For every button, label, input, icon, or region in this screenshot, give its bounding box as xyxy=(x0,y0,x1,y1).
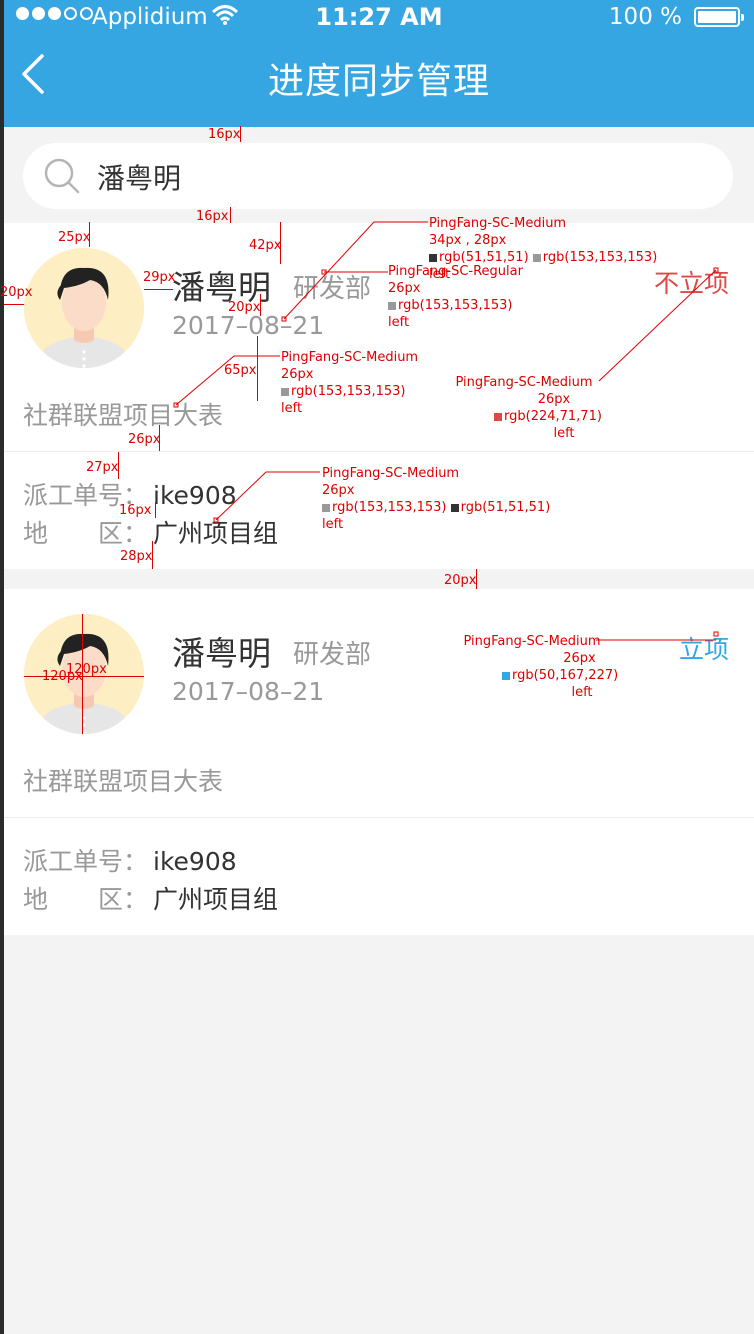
annotation-leaders xyxy=(173,221,719,641)
annotation-spec: PingFang-SC-Medium 26px rgb(153,153,153)… xyxy=(322,466,551,532)
annotation-spec: PingFang-SC-Medium 26px rgb(50,167,227) … xyxy=(463,634,619,700)
annotation-spec: PingFang-SC-Medium 26px rgb(224,71,71) l… xyxy=(455,375,602,441)
app: Applidium 11:27 AM 100 % 进度同步管理 潘粤明 潘粤明 … xyxy=(0,0,754,1334)
annotation-spec: PingFang-SC-Regular 26px rgb(153,153,153… xyxy=(388,264,523,330)
annotation-spec: PingFang-SC-Medium 26px rgb(153,153,153)… xyxy=(281,350,419,416)
